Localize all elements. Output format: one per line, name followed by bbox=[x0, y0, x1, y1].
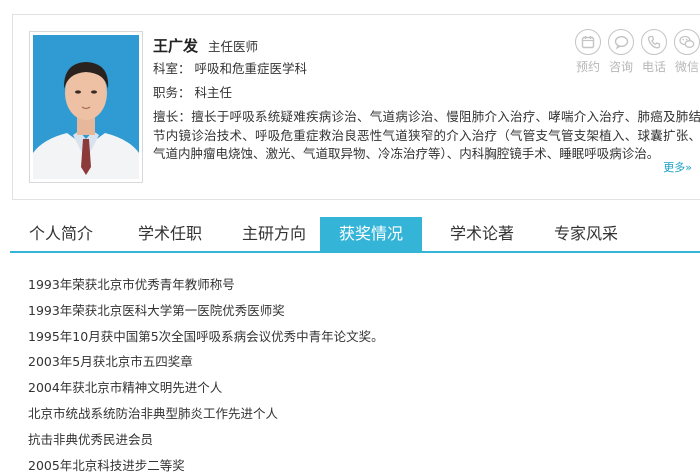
wechat-icon bbox=[674, 29, 700, 55]
doctor-name: 王广发 bbox=[153, 37, 199, 55]
phone-icon bbox=[641, 29, 667, 55]
position-label: 职务： bbox=[153, 85, 191, 100]
award-item: 北京市统战系统防治非典型肺炎工作先进个人 bbox=[28, 405, 279, 421]
award-item: 1995年10月获中国第5次全国呼吸系病会议优秀中青年论文奖。 bbox=[28, 328, 384, 344]
more-link[interactable]: 更多» bbox=[663, 159, 692, 175]
tab-expert-gallery[interactable]: 专家风采 bbox=[538, 217, 634, 251]
specialty-text: 擅长：擅长于呼吸系统疑难疾病诊治、气道病诊治、慢阻肺介入治疗、哮喘介入治疗、肺癌… bbox=[153, 108, 700, 164]
appointment-button[interactable]: 预约 bbox=[575, 29, 601, 75]
tab-awards[interactable]: 获奖情况 bbox=[320, 217, 422, 251]
award-item: 1993年荣获北京医科大学第一医院优秀医师奖 bbox=[28, 302, 285, 318]
specialty-value: 擅长于呼吸系统疑难疾病诊治、气道病诊治、慢阻肺介入治疗、哮喘介入治疗、肺癌及肺结… bbox=[153, 109, 700, 161]
profile-tabs: 个人简介 学术任职 主研方向 获奖情况 学术论著 专家风采 bbox=[10, 217, 700, 253]
doctor-photo-frame bbox=[29, 31, 143, 183]
consult-button[interactable]: 咨询 bbox=[608, 29, 634, 75]
award-item: 2005年北京科技进步二等奖 bbox=[28, 457, 185, 473]
specialty-label: 擅长： bbox=[153, 109, 192, 124]
doctor-photo bbox=[33, 35, 139, 179]
doctor-profile-card: 王广发 主任医师 科室： 呼吸和危重症医学科 职务： 科主任 擅长：擅长于呼吸系… bbox=[12, 14, 700, 200]
wechat-button[interactable]: 微信 bbox=[674, 29, 700, 75]
awards-list: 1993年荣获北京市优秀青年教师称号 1993年荣获北京医科大学第一医院优秀医师… bbox=[28, 272, 678, 476]
department-value: 呼吸和危重症医学科 bbox=[194, 61, 308, 76]
phone-button[interactable]: 电话 bbox=[641, 29, 667, 75]
chat-bubble-icon bbox=[608, 29, 634, 55]
award-item: 1993年荣获北京市优秀青年教师称号 bbox=[28, 277, 235, 292]
contact-actions: 预约 咨询 电话 微信 bbox=[575, 29, 700, 75]
wechat-label: 微信 bbox=[674, 60, 699, 74]
tab-academic-positions[interactable]: 学术任职 bbox=[122, 217, 218, 251]
phone-label: 电话 bbox=[641, 60, 666, 74]
appointment-label: 预约 bbox=[575, 60, 600, 74]
tab-personal-intro[interactable]: 个人简介 bbox=[16, 217, 106, 251]
doctor-title: 主任医师 bbox=[208, 39, 259, 54]
calendar-icon bbox=[575, 29, 601, 55]
award-item: 2004年获北京市精神文明先进个人 bbox=[28, 380, 223, 396]
tab-research-direction[interactable]: 主研方向 bbox=[226, 217, 322, 251]
tab-publications[interactable]: 学术论著 bbox=[434, 217, 530, 251]
position-value: 科主任 bbox=[194, 85, 233, 100]
position-line: 职务： 科主任 bbox=[153, 81, 700, 105]
department-label: 科室： bbox=[153, 61, 191, 76]
consult-label: 咨询 bbox=[608, 60, 633, 74]
award-item: 2003年5月获北京市五四奖章 bbox=[28, 354, 193, 370]
award-item: 抗击非典优秀民进会员 bbox=[28, 431, 154, 447]
